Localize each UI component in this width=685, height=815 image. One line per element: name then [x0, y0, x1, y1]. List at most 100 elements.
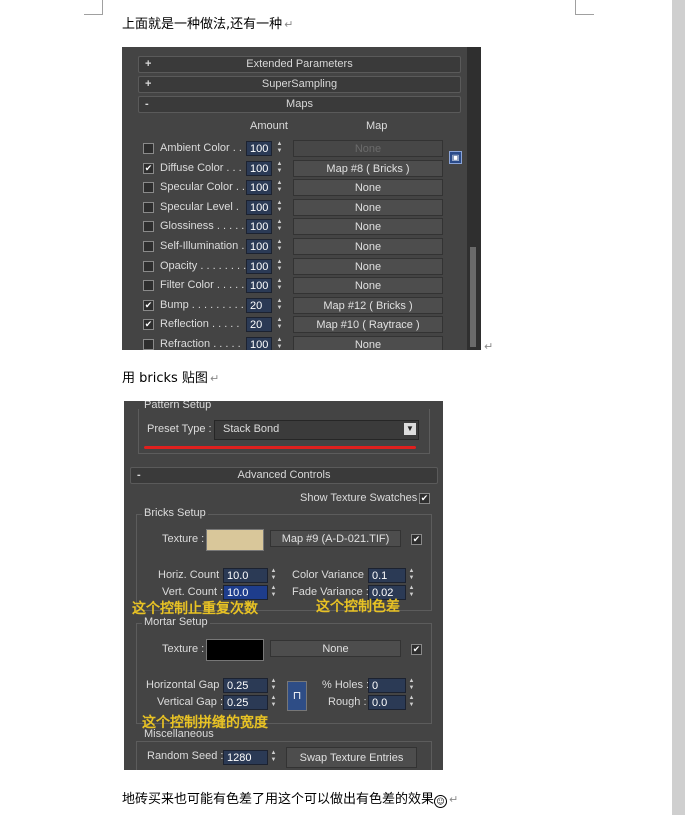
paragraph-3-text: 地砖买来也可能有色差了用这个可以做出有色差的效果 — [122, 792, 435, 807]
map-channel-label: Diffuse Color . . . — [160, 161, 242, 174]
map-amount-spinner[interactable]: ▲ ▼ — [275, 180, 284, 195]
map-amount-input[interactable]: 100 — [246, 199, 272, 215]
lock-gap-icon[interactable]: ⊓ — [287, 681, 307, 711]
map-amount-input[interactable]: 100 — [246, 278, 272, 294]
show-swatches-label: Show Texture Swatches — [300, 492, 418, 504]
map-slot-button[interactable]: None — [293, 218, 443, 236]
map-enable-checkbox[interactable] — [143, 182, 154, 194]
show-swatches-checkbox[interactable]: ✔ — [419, 493, 430, 504]
vert-count-spinner[interactable]: ▲ ▼ — [269, 585, 278, 600]
random-seed-label: Random Seed : — [147, 750, 224, 762]
map-enable-checkbox[interactable] — [143, 143, 154, 154]
map-slot-button[interactable]: None — [293, 336, 443, 350]
horizontal-gap-label: Horizontal Gap : — [146, 679, 226, 691]
map-amount-input[interactable]: 100 — [246, 160, 272, 176]
rough-input[interactable]: 0.0 — [368, 695, 406, 710]
scrollbar-track[interactable] — [467, 47, 481, 350]
map-enable-checkbox[interactable] — [143, 201, 154, 213]
rough-label: Rough : — [328, 696, 367, 708]
rollout-bar[interactable]: + Extended Parameters — [138, 56, 461, 73]
color-variance-spinner[interactable]: ▲ ▼ — [407, 568, 416, 583]
map-amount-spinner[interactable]: ▲ ▼ — [275, 141, 284, 156]
map-enable-checkbox[interactable]: ✔ — [143, 162, 154, 174]
map-amount-spinner[interactable]: ▲ ▼ — [275, 161, 284, 176]
bricks-texture-map-button[interactable]: Map #9 (A-D-021.TIF) — [270, 530, 401, 547]
scrollbar-thumb[interactable] — [470, 247, 476, 347]
preset-type-dropdown[interactable]: Stack Bond ▼ — [214, 420, 419, 440]
map-amount-spinner[interactable]: ▲ ▼ — [275, 239, 284, 254]
map-slot-button[interactable]: Map #8 ( Bricks ) — [293, 159, 443, 177]
brick-texture-swatch[interactable] — [206, 529, 264, 551]
map-amount-spinner[interactable]: ▲ ▼ — [275, 200, 284, 215]
random-seed-input[interactable]: 1280 — [223, 750, 268, 765]
color-variance-input[interactable]: 0.1 — [368, 568, 406, 583]
page-corner-top-left — [84, 0, 103, 15]
rollout-bar[interactable]: + SuperSampling — [138, 76, 461, 93]
random-seed-spinner[interactable]: ▲ ▼ — [269, 750, 278, 765]
horizontal-gap-spinner[interactable]: ▲ ▼ — [269, 678, 278, 693]
holes-input[interactable]: 0 — [368, 678, 406, 693]
rough-spinner[interactable]: ▲ ▼ — [407, 695, 416, 710]
map-amount-spinner[interactable]: ▲ ▼ — [275, 337, 284, 350]
vertical-gap-spinner[interactable]: ▲ ▼ — [269, 695, 278, 710]
map-channel-label: Filter Color . . . . . — [160, 279, 245, 292]
map-amount-spinner[interactable]: ▲ ▼ — [275, 317, 284, 332]
advanced-controls-rollout[interactable]: - Advanced Controls — [130, 467, 438, 484]
rollout-bar[interactable]: - Maps — [138, 96, 461, 113]
map-enable-checkbox[interactable] — [143, 260, 154, 272]
map-enable-checkbox[interactable] — [143, 241, 154, 252]
paragraph-2-text: 用 bricks 贴图 — [122, 371, 208, 386]
chevron-down-icon[interactable]: ▼ — [404, 423, 416, 435]
fade-variance-spinner[interactable]: ▲ ▼ — [407, 585, 416, 600]
rollout-title: SuperSampling — [261, 78, 338, 90]
mortar-texture-swatch[interactable] — [206, 639, 264, 661]
map-enable-checkbox[interactable]: ✔ — [143, 319, 154, 331]
swap-texture-entries-button[interactable]: Swap Texture Entries — [286, 747, 417, 768]
map-enable-checkbox[interactable] — [143, 221, 154, 233]
preset-type-label: Preset Type : — [147, 423, 212, 435]
map-slot-button[interactable]: None — [293, 257, 443, 275]
map-channel-label: Specular Level . — [160, 200, 239, 213]
map-slot-button[interactable]: Map #12 ( Bricks ) — [293, 296, 443, 314]
map-amount-input[interactable]: 20 — [246, 297, 272, 313]
map-amount-input[interactable]: 100 — [246, 337, 272, 350]
map-slot-button[interactable]: None — [293, 277, 443, 295]
map-slot-button[interactable]: None — [293, 198, 443, 216]
bricks-texture-enable-checkbox[interactable]: ✔ — [411, 534, 422, 545]
map-enable-checkbox[interactable] — [143, 339, 154, 350]
map-channel-label: Glossiness . . . . . — [160, 220, 245, 233]
map-slot-button[interactable]: None — [293, 140, 443, 157]
map-amount-spinner[interactable]: ▲ ▼ — [275, 219, 284, 234]
map-amount-input[interactable]: 100 — [246, 141, 272, 156]
paragraph-1: 上面就是一种做法,还有一种 ↵ — [122, 13, 293, 32]
map-slot-button[interactable]: None — [293, 179, 443, 197]
map-channel-label: Refraction . . . . . — [160, 338, 241, 350]
horizontal-gap-input[interactable]: 0.25 — [223, 678, 268, 693]
map-amount-input[interactable]: 100 — [246, 219, 272, 235]
map-channel-label: Reflection . . . . . — [160, 318, 240, 331]
mortar-texture-enable-checkbox[interactable]: ✔ — [411, 644, 422, 655]
map-amount-spinner[interactable]: ▲ ▼ — [275, 278, 284, 293]
horiz-count-label: Horiz. Count : — [158, 569, 226, 581]
smiley-icon: ☺ — [434, 795, 448, 808]
map-channel-label: Opacity . . . . . . . . — [160, 259, 247, 272]
horiz-count-spinner[interactable]: ▲ ▼ — [269, 568, 278, 583]
map-amount-input[interactable]: 100 — [246, 239, 272, 254]
collapse-icon: - — [137, 469, 141, 481]
vertical-gap-input[interactable]: 0.25 — [223, 695, 268, 710]
map-slot-button[interactable]: None — [293, 238, 443, 255]
map-enable-checkbox[interactable] — [143, 280, 154, 292]
horiz-count-input[interactable]: 10.0 — [223, 568, 268, 583]
map-slot-button[interactable]: Map #10 ( Raytrace ) — [293, 316, 443, 334]
mortar-texture-map-button[interactable]: None — [270, 640, 401, 657]
holes-spinner[interactable]: ▲ ▼ — [407, 678, 416, 693]
map-amount-spinner[interactable]: ▲ ▼ — [275, 259, 284, 274]
map-channel-label: Specular Color . . — [160, 181, 245, 194]
map-amount-input[interactable]: 100 — [246, 258, 272, 274]
map-amount-input[interactable]: 100 — [246, 180, 272, 196]
map-amount-spinner[interactable]: ▲ ▼ — [275, 298, 284, 313]
annotation-color-diff: 这个控制色差 — [316, 599, 400, 615]
map-enable-checkbox[interactable]: ✔ — [143, 299, 154, 311]
map-amount-input[interactable]: 20 — [246, 317, 272, 333]
lock-icon[interactable]: ▣ — [449, 151, 462, 164]
